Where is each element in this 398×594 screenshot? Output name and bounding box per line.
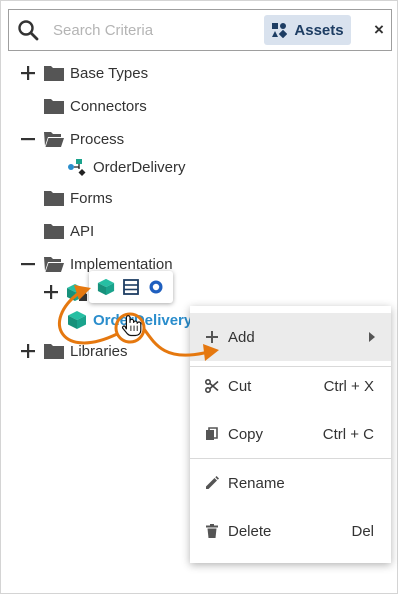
search-icon[interactable]	[17, 19, 39, 41]
tree-item-label: Implementation	[70, 255, 173, 273]
scissors-icon	[204, 378, 220, 394]
folder-open-icon	[44, 257, 64, 272]
copy-icon	[204, 426, 220, 442]
menu-item-delete[interactable]: Delete Del	[190, 507, 391, 555]
menu-item-label: Rename	[228, 474, 285, 492]
tree-item-label: OrderDelivery	[93, 158, 186, 176]
process-flow-icon	[68, 159, 86, 176]
menu-item-shortcut: Ctrl + X	[323, 377, 374, 395]
asset-panel: Search Criteria Assets × Base Types Conn…	[0, 0, 398, 594]
menu-item-shortcut: Del	[351, 522, 374, 540]
trash-icon	[204, 523, 220, 539]
search-input[interactable]: Search Criteria	[53, 22, 153, 39]
folder-icon	[44, 66, 64, 81]
tree-item-libraries[interactable]: Libraries	[44, 339, 128, 363]
tree-item-forms[interactable]: Forms	[44, 186, 113, 210]
tree-item-base-types[interactable]: Base Types	[44, 61, 148, 85]
menu-item-add[interactable]: Add	[190, 313, 391, 361]
mini-toolbar	[89, 271, 173, 303]
tree-item-process[interactable]: Process	[44, 127, 124, 151]
assets-filter-button[interactable]: Assets	[264, 15, 351, 45]
folder-icon	[44, 99, 64, 114]
menu-item-copy[interactable]: Copy Ctrl + C	[190, 410, 391, 458]
collapse-minus-icon[interactable]	[21, 132, 35, 146]
expand-plus-icon[interactable]	[21, 66, 35, 80]
table-icon[interactable]	[121, 277, 141, 297]
package-icon	[68, 311, 86, 329]
menu-item-label: Cut	[228, 377, 252, 395]
tree-item-connectors[interactable]: Connectors	[44, 94, 147, 118]
tree-item-label: Connectors	[70, 97, 147, 115]
tree-item-label: Libraries	[70, 342, 128, 360]
folder-open-icon	[44, 132, 64, 147]
expand-plus-icon[interactable]	[21, 344, 35, 358]
menu-item-label: Copy	[228, 425, 264, 443]
assets-label: Assets	[294, 21, 344, 39]
tree-item-label-selected: OrderDelivery	[93, 311, 193, 329]
tree-item-order-delivery-package[interactable]: OrderDelivery	[67, 308, 192, 332]
folder-icon	[44, 224, 64, 239]
menu-item-rename[interactable]: Rename	[190, 459, 391, 507]
collapse-minus-icon[interactable]	[21, 257, 35, 271]
menu-item-label: Delete	[228, 522, 272, 540]
folder-icon	[44, 191, 64, 206]
search-bar[interactable]: Search Criteria Assets ×	[8, 9, 392, 51]
pencil-icon	[204, 475, 220, 491]
tree-item-label: API	[70, 222, 95, 240]
tree-item-label: Base Types	[70, 64, 149, 82]
circle-target-icon[interactable]	[146, 277, 166, 297]
package-icon[interactable]	[96, 277, 116, 297]
locked-package-icon[interactable]	[66, 283, 88, 303]
folder-icon	[44, 344, 64, 359]
tree-item-label: Forms	[70, 189, 113, 207]
close-icon[interactable]: ×	[371, 20, 387, 40]
tree-item-label: Process	[70, 130, 125, 148]
tree-item-order-delivery-process[interactable]: OrderDelivery	[67, 155, 186, 179]
menu-item-shortcut: Ctrl + C	[322, 425, 374, 443]
plus-icon	[204, 329, 220, 345]
assets-icon	[272, 23, 288, 38]
submenu-arrow-icon	[369, 332, 375, 342]
tree-item-api[interactable]: API	[44, 219, 94, 243]
expand-plus-icon[interactable]	[44, 285, 58, 299]
context-menu: Add Cut Ctrl + X Copy Ctrl + C Rename De…	[190, 306, 391, 563]
menu-item-label: Add	[228, 328, 255, 346]
menu-item-cut[interactable]: Cut Ctrl + X	[190, 362, 391, 410]
